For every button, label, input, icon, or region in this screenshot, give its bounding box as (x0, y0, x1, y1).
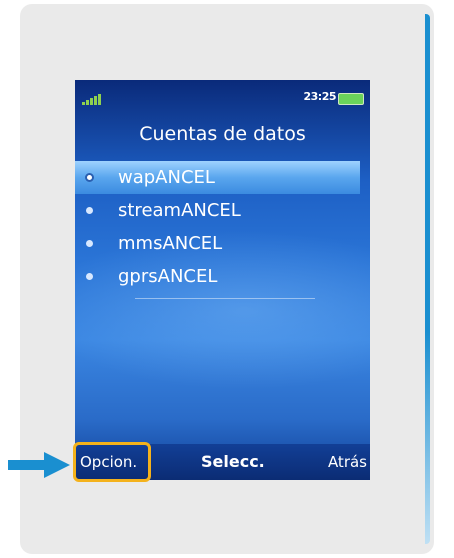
list-item-label: streamANCEL (118, 200, 241, 221)
phone-screen: 23:25 Cuentas de datos wapANCEL streamAN… (75, 80, 370, 480)
list-divider (135, 298, 315, 299)
clock-time: 23:25 (303, 90, 336, 103)
list-item-wapancel[interactable]: wapANCEL (75, 161, 360, 194)
data-accounts-list: wapANCEL streamANCEL mmsANCEL gprsANCEL (75, 161, 370, 293)
bullet-icon (86, 207, 93, 214)
radio-selected-icon (85, 173, 94, 182)
status-bar: 23:25 (75, 80, 370, 108)
screen-title: Cuentas de datos (139, 123, 306, 145)
softkey-back[interactable]: Atrás (328, 453, 367, 471)
list-item-label: mmsANCEL (118, 233, 223, 254)
list-item-mmsancel[interactable]: mmsANCEL (75, 227, 370, 260)
arrow-right-icon (8, 452, 70, 478)
card-accent-edge (425, 14, 430, 544)
battery-icon (338, 93, 364, 105)
list-item-label: gprsANCEL (118, 266, 218, 287)
list-item-streamancel[interactable]: streamANCEL (75, 194, 370, 227)
list-item-gprsancel[interactable]: gprsANCEL (75, 260, 370, 293)
list-item-label: wapANCEL (118, 167, 215, 188)
options-highlight-box (73, 442, 151, 482)
softkey-select[interactable]: Selecc. (201, 452, 265, 471)
bullet-icon (86, 273, 93, 280)
bullet-icon (86, 240, 93, 247)
signal-bars-icon (82, 93, 102, 105)
